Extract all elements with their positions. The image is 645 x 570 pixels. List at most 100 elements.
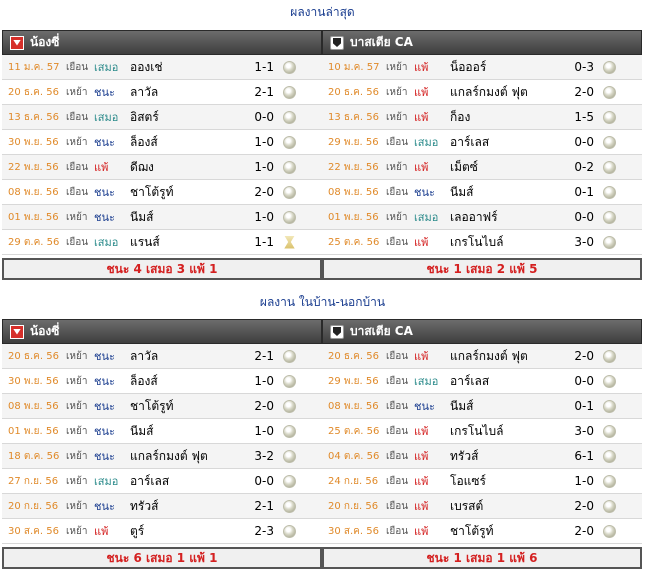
opponent-link[interactable]: นีมส์ bbox=[130, 208, 153, 227]
match-row[interactable]: 24 ก.ย. 56 เยือน แพ้ โอแซร์ 1-0 bbox=[322, 469, 642, 494]
opponent-link[interactable]: เกรโนไบล์ bbox=[450, 233, 503, 252]
football-icon[interactable] bbox=[603, 60, 616, 74]
homeaway-left-header[interactable]: น้องซี่ bbox=[2, 319, 322, 344]
opponent-link[interactable]: เม็ตซ์ bbox=[450, 158, 478, 177]
match-row[interactable]: 29 พ.ย. 56 เยือน เสมอ อาร์เลส 0-0 bbox=[322, 369, 642, 394]
opponent-link[interactable]: ชาโต้รูท์ bbox=[450, 522, 493, 541]
opponent-link[interactable]: ลาวัล bbox=[130, 83, 158, 102]
match-row[interactable]: 01 พ.ย. 56 เหย้า เสมอ เลออาฟร์ 0-0 bbox=[322, 205, 642, 230]
match-row[interactable]: 01 พ.ย. 56 เหย้า ชนะ นีมส์ 1-0 bbox=[2, 205, 322, 230]
match-row[interactable]: 20 ธ.ค. 56 เยือน แพ้ แกลร์กมงต์ ฟุต 2-0 bbox=[322, 344, 642, 369]
opponent-link[interactable]: ชาโต้รูท์ bbox=[130, 183, 173, 202]
opponent-link[interactable]: แกลร์กมงต์ ฟุต bbox=[130, 447, 208, 466]
opponent-link[interactable]: ลาวัล bbox=[130, 347, 158, 366]
opponent-link[interactable]: ทรัวส์ bbox=[130, 497, 158, 516]
opponent-link[interactable]: แกลร์กมงต์ ฟุต bbox=[450, 83, 528, 102]
football-icon[interactable] bbox=[283, 210, 296, 224]
football-icon[interactable] bbox=[603, 210, 616, 224]
opponent-link[interactable]: ตูร์ bbox=[130, 522, 144, 541]
football-icon[interactable] bbox=[283, 374, 296, 388]
match-row[interactable]: 11 ม.ค. 57 เยือน เสมอ อองเช่ 1-1 bbox=[2, 55, 322, 80]
opponent-link[interactable]: แกลร์กมงต์ ฟุต bbox=[450, 347, 528, 366]
football-icon[interactable] bbox=[603, 499, 616, 513]
match-row[interactable]: 20 ก.ย. 56 เยือน แพ้ เบรสต์ 2-0 bbox=[322, 494, 642, 519]
match-row[interactable]: 01 พ.ย. 56 เหย้า ชนะ นีมส์ 1-0 bbox=[2, 419, 322, 444]
match-row[interactable]: 20 ธ.ค. 56 เหย้า แพ้ แกลร์กมงต์ ฟุต 2-0 bbox=[322, 80, 642, 105]
football-icon[interactable] bbox=[603, 449, 616, 463]
football-icon[interactable] bbox=[603, 160, 616, 174]
match-row[interactable]: 27 ก.ย. 56 เหย้า เสมอ อาร์เลส 0-0 bbox=[2, 469, 322, 494]
football-icon[interactable] bbox=[603, 524, 616, 538]
opponent-link[interactable]: นีมส์ bbox=[130, 422, 153, 441]
football-icon[interactable] bbox=[603, 424, 616, 438]
football-icon[interactable] bbox=[283, 524, 296, 538]
opponent-link[interactable]: อิสตร์ bbox=[130, 108, 159, 127]
match-row[interactable]: 22 พ.ย. 56 เหย้า แพ้ เม็ตซ์ 0-2 bbox=[322, 155, 642, 180]
opponent-link[interactable]: ล็องส์ bbox=[130, 133, 158, 152]
football-icon[interactable] bbox=[283, 135, 296, 149]
match-row[interactable]: 13 ธ.ค. 56 เหย้า แพ้ ก็อง 1-5 bbox=[322, 105, 642, 130]
match-row[interactable]: 20 ก.ย. 56 เหย้า ชนะ ทรัวส์ 2-1 bbox=[2, 494, 322, 519]
match-row[interactable]: 08 พ.ย. 56 เยือน ชนะ นีมส์ 0-1 bbox=[322, 394, 642, 419]
football-icon[interactable] bbox=[603, 474, 616, 488]
match-row[interactable]: 25 ต.ค. 56 เยือน แพ้ เกรโนไบล์ 3-0 bbox=[322, 419, 642, 444]
opponent-link[interactable]: ล็องส์ bbox=[130, 372, 158, 391]
match-row[interactable]: 30 ส.ค. 56 เหย้า แพ้ ตูร์ 2-3 bbox=[2, 519, 322, 544]
opponent-link[interactable]: อาร์เลส bbox=[450, 372, 489, 391]
match-row[interactable]: 20 ธ.ค. 56 เหย้า ชนะ ลาวัล 2-1 bbox=[2, 80, 322, 105]
match-row[interactable]: 29 พ.ย. 56 เยือน เสมอ อาร์เลส 0-0 bbox=[322, 130, 642, 155]
opponent-link[interactable]: เกรโนไบล์ bbox=[450, 422, 503, 441]
opponent-link[interactable]: แรนส์ bbox=[130, 233, 160, 252]
opponent-link[interactable]: อาร์เลส bbox=[130, 472, 169, 491]
football-icon[interactable] bbox=[603, 85, 616, 99]
match-row[interactable]: 30 ส.ค. 56 เยือน แพ้ ชาโต้รูท์ 2-0 bbox=[322, 519, 642, 544]
football-icon[interactable] bbox=[283, 449, 296, 463]
match-row[interactable]: 08 พ.ย. 56 เหย้า ชนะ ชาโต้รูท์ 2-0 bbox=[2, 394, 322, 419]
opponent-link[interactable]: เลออาฟร์ bbox=[450, 208, 498, 227]
football-icon[interactable] bbox=[603, 349, 616, 363]
opponent-link[interactable]: อองเช่ bbox=[130, 58, 163, 77]
match-row[interactable]: 08 พ.ย. 56 เยือน ชนะ นีมส์ 0-1 bbox=[322, 180, 642, 205]
football-icon[interactable] bbox=[283, 399, 296, 413]
match-row[interactable]: 10 ม.ค. 57 เหย้า แพ้ น็อออร์ 0-3 bbox=[322, 55, 642, 80]
football-icon[interactable] bbox=[283, 349, 296, 363]
match-row[interactable]: 04 ต.ค. 56 เยือน แพ้ ทรัวส์ 6-1 bbox=[322, 444, 642, 469]
recent-left-header[interactable]: น้องซี่ bbox=[2, 30, 322, 55]
football-icon[interactable] bbox=[603, 235, 616, 249]
opponent-link[interactable]: โอแซร์ bbox=[450, 472, 486, 491]
match-row[interactable]: 29 ต.ค. 56 เยือน เสมอ แรนส์ 1-1 bbox=[2, 230, 322, 255]
match-row[interactable]: 30 พ.ย. 56 เหย้า ชนะ ล็องส์ 1-0 bbox=[2, 369, 322, 394]
football-icon[interactable] bbox=[283, 185, 296, 199]
football-icon[interactable] bbox=[283, 85, 296, 99]
football-icon[interactable] bbox=[283, 160, 296, 174]
football-icon[interactable] bbox=[603, 185, 616, 199]
opponent-link[interactable]: ดีฌง bbox=[130, 158, 154, 177]
football-icon[interactable] bbox=[603, 399, 616, 413]
opponent-link[interactable]: อาร์เลส bbox=[450, 133, 489, 152]
opponent-link[interactable]: ชาโต้รูท์ bbox=[130, 397, 173, 416]
match-row[interactable]: 30 พ.ย. 56 เหย้า ชนะ ล็องส์ 1-0 bbox=[2, 130, 322, 155]
hourglass-icon[interactable] bbox=[284, 235, 295, 249]
opponent-link[interactable]: ก็อง bbox=[450, 108, 470, 127]
football-icon[interactable] bbox=[283, 499, 296, 513]
match-row[interactable]: 08 พ.ย. 56 เยือน ชนะ ชาโต้รูท์ 2-0 bbox=[2, 180, 322, 205]
opponent-link[interactable]: นีมส์ bbox=[450, 183, 473, 202]
match-row[interactable]: 22 พ.ย. 56 เยือน แพ้ ดีฌง 1-0 bbox=[2, 155, 322, 180]
match-row[interactable]: 25 ต.ค. 56 เยือน แพ้ เกรโนไบล์ 3-0 bbox=[322, 230, 642, 255]
opponent-link[interactable]: น็อออร์ bbox=[450, 58, 486, 77]
match-row[interactable]: 20 ธ.ค. 56 เหย้า ชนะ ลาวัล 2-1 bbox=[2, 344, 322, 369]
football-icon[interactable] bbox=[603, 110, 616, 124]
football-icon[interactable] bbox=[283, 110, 296, 124]
football-icon[interactable] bbox=[603, 374, 616, 388]
opponent-link[interactable]: เบรสต์ bbox=[450, 497, 483, 516]
football-icon[interactable] bbox=[283, 424, 296, 438]
homeaway-right-header[interactable]: บาสเตีย CA bbox=[322, 319, 642, 344]
football-icon[interactable] bbox=[283, 474, 296, 488]
football-icon[interactable] bbox=[603, 135, 616, 149]
opponent-link[interactable]: นีมส์ bbox=[450, 397, 473, 416]
opponent-link[interactable]: ทรัวส์ bbox=[450, 447, 478, 466]
football-icon[interactable] bbox=[283, 60, 296, 74]
recent-right-header[interactable]: บาสเตีย CA bbox=[322, 30, 642, 55]
match-row[interactable]: 13 ธ.ค. 56 เยือน เสมอ อิสตร์ 0-0 bbox=[2, 105, 322, 130]
match-row[interactable]: 18 ต.ค. 56 เหย้า ชนะ แกลร์กมงต์ ฟุต 3-2 bbox=[2, 444, 322, 469]
